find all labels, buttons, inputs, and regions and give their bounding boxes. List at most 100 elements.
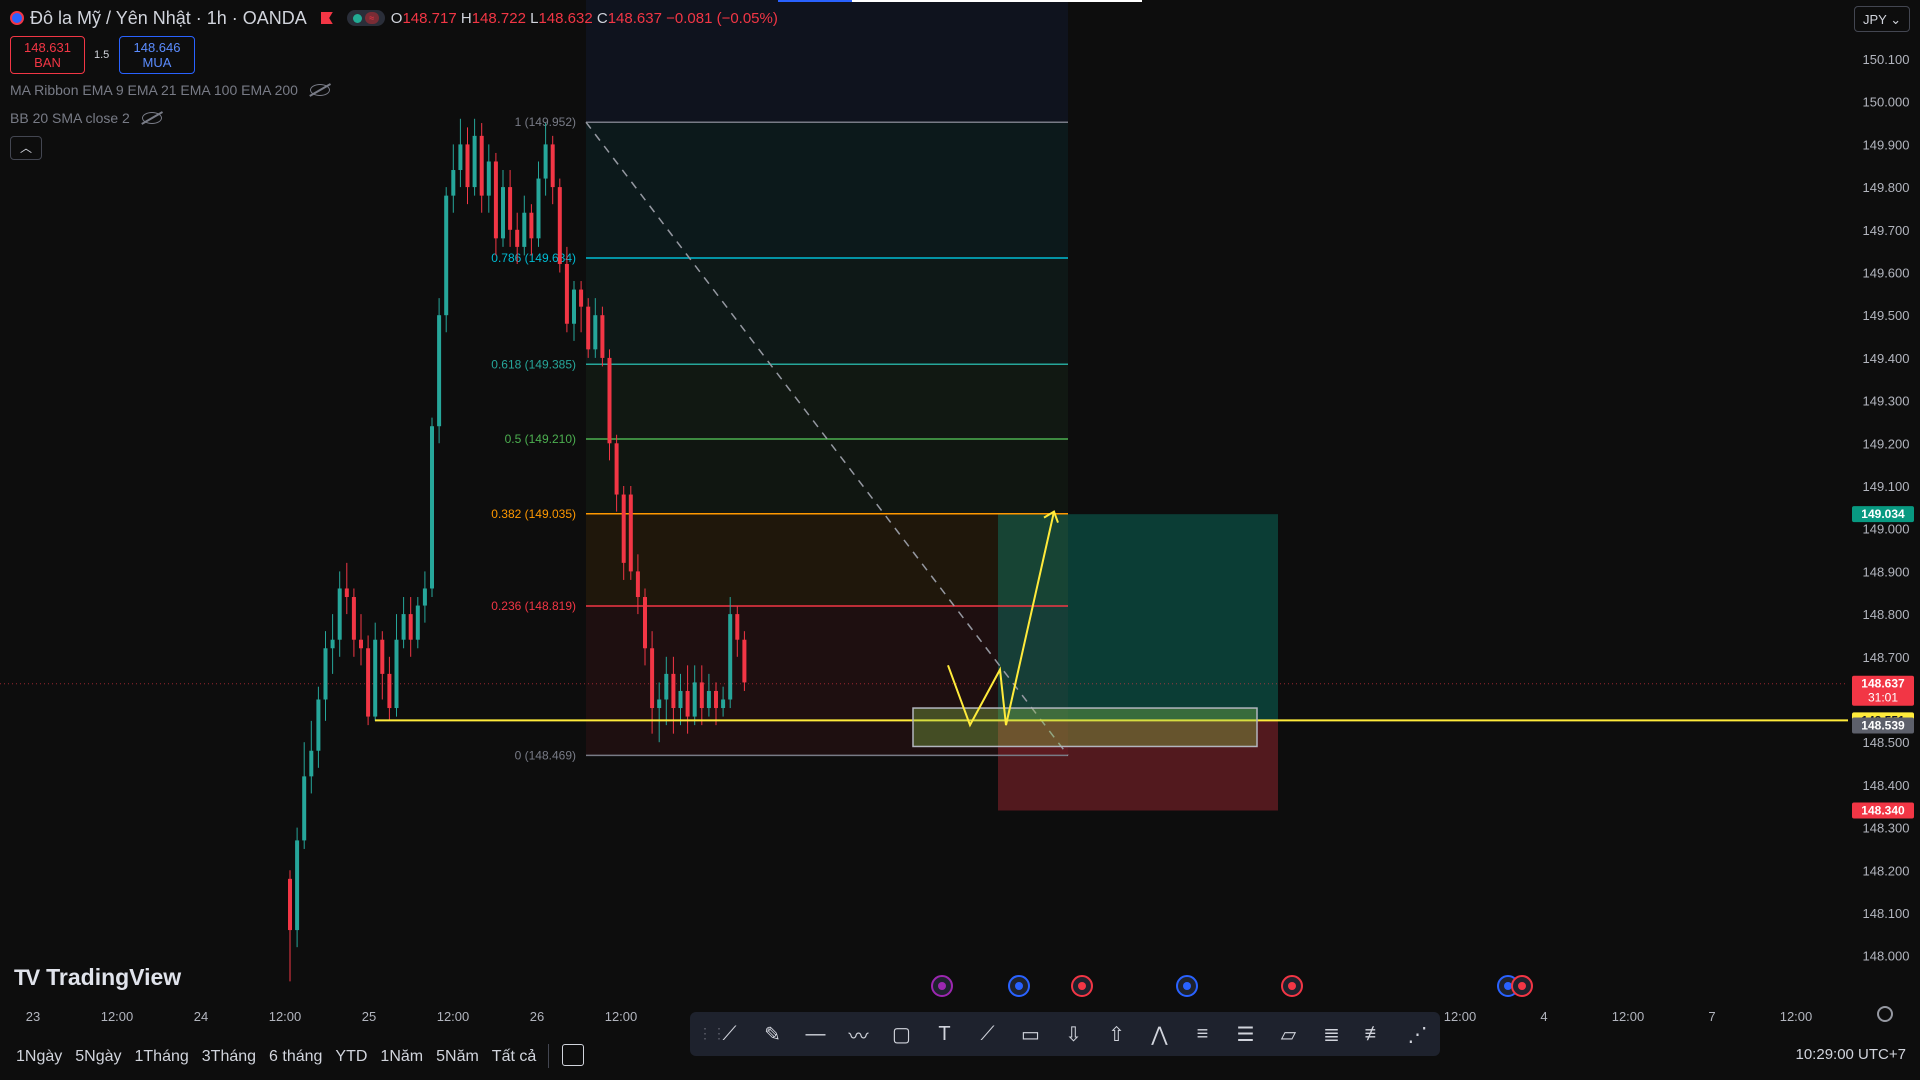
timeframe-button[interactable]: 1Năm: [380, 1048, 423, 1066]
candle-body: [714, 690, 718, 709]
event-marker-dot: [938, 982, 946, 990]
scroll-indicator-active: [778, 0, 852, 2]
candle-body: [550, 144, 555, 188]
indicator-ma-ribbon[interactable]: MA Ribbon EMA 9 EMA 21 EMA 100 EMA 200: [10, 82, 330, 98]
price-label: 148.340: [1861, 804, 1905, 818]
sell-button[interactable]: 148.631 BAN: [10, 36, 85, 74]
price-tick-label: 148.900: [1863, 564, 1910, 579]
fib-zone: [586, 122, 1068, 258]
candle-body: [451, 170, 456, 196]
flag-icon[interactable]: [320, 12, 333, 24]
candle-body: [650, 648, 655, 709]
brand-name: TradingView: [46, 964, 182, 990]
collapse-legend-button[interactable]: ︿: [10, 136, 42, 160]
fib-zone: [586, 513, 1068, 606]
candle-body: [380, 639, 385, 674]
candle-body: [316, 699, 321, 751]
timeframe-button[interactable]: 3Tháng: [202, 1048, 256, 1066]
market-open-icon: [352, 13, 362, 23]
candle-body: [678, 690, 683, 709]
price-tick-label: 148.400: [1863, 778, 1910, 793]
candle-body: [394, 639, 399, 709]
candle-body: [344, 588, 349, 598]
price-tick-label: 149.700: [1863, 223, 1910, 238]
price-tick-label: 150.100: [1863, 52, 1910, 67]
ohlc-values: O148.717 H148.722 L148.632 C148.637 −0.0…: [390, 9, 778, 27]
price-tick-label: 148.800: [1863, 607, 1910, 622]
time-tick-label: 12:00: [1612, 1009, 1645, 1024]
event-marker-dot: [1504, 982, 1512, 990]
price-tick-label: 149.100: [1863, 479, 1910, 494]
price-tick-label: 148.700: [1863, 650, 1910, 665]
tv-logo-icon: TV: [14, 964, 40, 990]
candle-body: [351, 597, 356, 640]
candle-body: [671, 673, 676, 709]
clock[interactable]: 10:29:00 UTC+7: [1796, 1046, 1907, 1063]
indicator-label: BB 20 SMA close 2: [10, 110, 130, 126]
candle-body: [408, 614, 413, 640]
candle-body: [635, 571, 640, 598]
timeframe-button[interactable]: 5Ngày: [75, 1048, 121, 1066]
time-tick-label: 23: [26, 1009, 40, 1024]
delay-icon: ≈: [364, 12, 379, 24]
goto-date-icon[interactable]: [562, 1044, 584, 1066]
footer-bar: 1Ngày 5Ngày 1Tháng 3Tháng 6 tháng YTD 1Năm 5Năm…: [0, 1040, 1920, 1074]
candle-body: [557, 187, 562, 264]
price-tick-label: 148.200: [1863, 863, 1910, 878]
candle-body: [387, 673, 392, 709]
timeframe-button[interactable]: 1Tháng: [135, 1048, 189, 1066]
event-markers[interactable]: [931, 975, 1533, 997]
buy-label: MUA: [142, 55, 172, 70]
timeframe-button[interactable]: 5Năm: [436, 1048, 479, 1066]
candle-body: [472, 135, 477, 188]
time-tick-label: 26: [530, 1009, 544, 1024]
timeframe-button[interactable]: 6 tháng: [269, 1048, 322, 1066]
currency-selector[interactable]: JPY ⌄: [1854, 6, 1910, 32]
candle-body: [444, 195, 449, 316]
hidden-eye-icon[interactable]: [309, 84, 330, 96]
candle-body: [721, 699, 726, 709]
candle-body: [415, 605, 420, 640]
candle-body: [373, 639, 378, 717]
price-tick-label: 149.400: [1863, 351, 1910, 366]
price-tick-label: 149.800: [1863, 180, 1910, 195]
candle-body: [430, 426, 434, 589]
time-tick-label: 4: [1540, 1009, 1547, 1024]
event-marker-dot: [1078, 982, 1086, 990]
indicator-bb[interactable]: BB 20 SMA close 2: [10, 110, 162, 126]
candle-body: [728, 614, 733, 700]
hidden-eye-icon[interactable]: [141, 112, 162, 124]
price-tick-label: 149.000: [1863, 522, 1910, 537]
candle-body: [458, 144, 463, 171]
chart-canvas[interactable]: 1 (149.952)0.786 (149.634)0.618 (149.385…: [0, 0, 1920, 1080]
price-tick-label: 148.500: [1863, 735, 1910, 750]
candle-body: [586, 306, 591, 350]
timeframe-button[interactable]: Tất cả: [492, 1048, 536, 1066]
candle-body: [515, 229, 520, 247]
time-axis-settings-icon[interactable]: [1877, 1006, 1893, 1022]
time-tick-label: 12:00: [437, 1009, 470, 1024]
timeframe-button[interactable]: YTD: [335, 1048, 367, 1066]
timeframe-button[interactable]: 1Ngày: [16, 1048, 62, 1066]
candle-body: [479, 135, 484, 196]
event-marker-dot: [1288, 982, 1296, 990]
market-status[interactable]: ≈: [346, 10, 385, 26]
candle-body: [607, 357, 612, 444]
candle-body: [422, 588, 427, 606]
buy-button[interactable]: 148.646 MUA: [119, 36, 195, 74]
price-tick-label: 148.100: [1863, 906, 1910, 921]
candle-body: [536, 178, 541, 239]
demand-zone-rect[interactable]: [912, 707, 1258, 748]
candle-body: [564, 263, 569, 324]
candle-body: [501, 187, 505, 239]
symbol-title[interactable]: Đô la Mỹ / Yên Nhật · 1h · OANDA: [30, 8, 307, 29]
candle-body: [543, 144, 548, 179]
candle-body: [664, 673, 669, 700]
time-tick-label: 24: [194, 1009, 208, 1024]
candle-body: [579, 289, 584, 307]
candle-body: [742, 639, 747, 683]
fib-level-label: 0.236 (148.819): [491, 599, 576, 613]
position-target-zone[interactable]: [998, 514, 1278, 721]
footer-separator: [548, 1044, 549, 1068]
time-tick-label: 12:00: [269, 1009, 302, 1024]
